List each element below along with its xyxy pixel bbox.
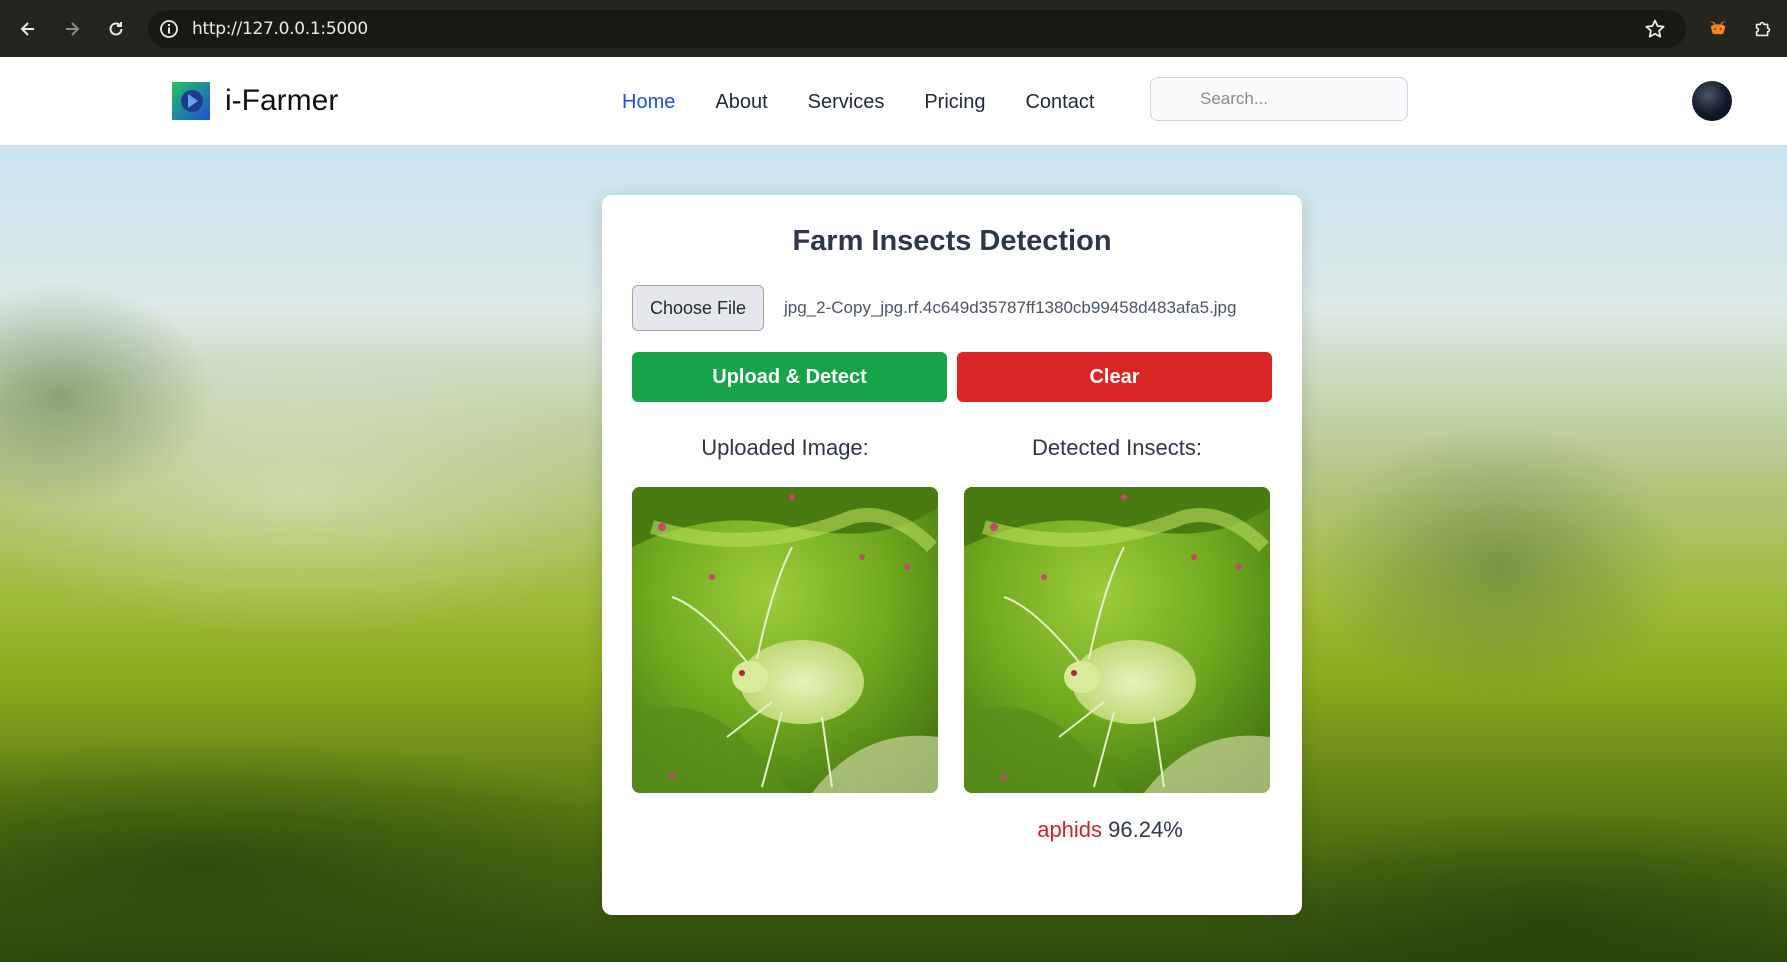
avatar[interactable] — [1692, 81, 1732, 121]
site-navbar: i-Farmer Home About Services Pricing Con… — [0, 57, 1787, 145]
forward-arrow-icon[interactable] — [58, 15, 86, 43]
detection-card: Farm Insects Detection Choose File jpg_2… — [602, 195, 1302, 915]
main-nav: Home About Services Pricing Contact — [622, 91, 1094, 114]
nav-pricing[interactable]: Pricing — [924, 91, 985, 114]
url-text[interactable]: http://127.0.0.1:5000 — [192, 19, 368, 39]
search-input[interactable] — [1150, 77, 1408, 121]
choose-file-button[interactable]: Choose File — [632, 285, 764, 331]
upload-detect-button[interactable]: Upload & Detect — [632, 352, 947, 402]
metamask-extension-icon[interactable] — [1705, 16, 1731, 42]
nav-contact[interactable]: Contact — [1025, 91, 1094, 114]
detected-class: aphids — [1037, 817, 1103, 842]
brand-name[interactable]: i-Farmer — [225, 84, 338, 118]
reload-icon[interactable] — [102, 15, 130, 43]
detection-result: aphids 96.24% — [957, 817, 1263, 843]
uploaded-image-label: Uploaded Image: — [701, 435, 869, 460]
page-title: Farm Insects Detection — [792, 225, 1112, 257]
back-arrow-icon[interactable] — [14, 15, 42, 43]
logo-icon[interactable] — [172, 82, 210, 120]
selected-file-name: jpg_2-Copy_jpg.rf.4c649d35787ff1380cb994… — [784, 298, 1237, 317]
browser-toolbar: http://127.0.0.1:5000 — [0, 0, 1787, 57]
nav-services[interactable]: Services — [808, 91, 885, 114]
detection-confidence: 96.24% — [1108, 817, 1183, 842]
nav-home[interactable]: Home — [622, 91, 675, 114]
bookmark-star-icon[interactable] — [1644, 18, 1666, 40]
clear-button[interactable]: Clear — [957, 352, 1272, 402]
nav-about[interactable]: About — [715, 91, 767, 114]
extensions-puzzle-icon[interactable] — [1750, 16, 1776, 42]
detected-image — [964, 487, 1270, 793]
detected-insects-label: Detected Insects: — [1032, 435, 1202, 460]
address-bar[interactable]: http://127.0.0.1:5000 — [148, 10, 1686, 48]
uploaded-image — [632, 487, 938, 793]
site-info-icon[interactable] — [158, 18, 180, 40]
